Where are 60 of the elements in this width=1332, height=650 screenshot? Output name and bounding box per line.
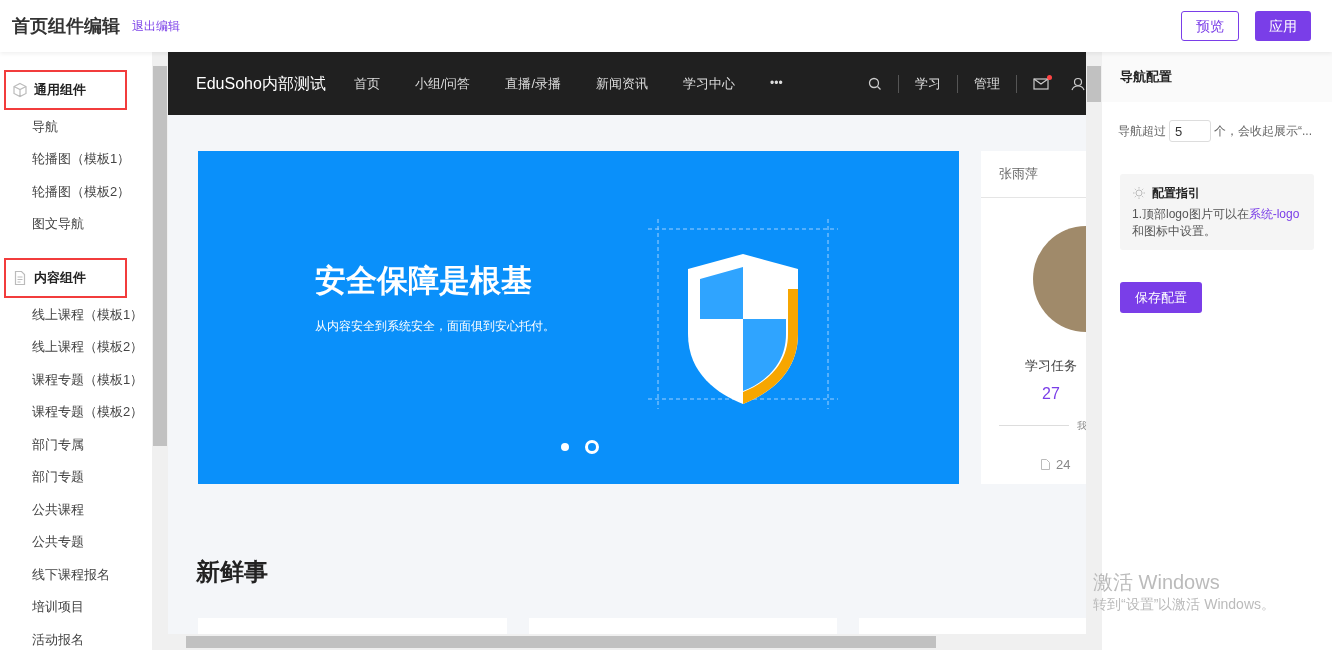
guide-title: 配置指引 xyxy=(1152,185,1200,202)
stat-label: 学习任务 xyxy=(1025,357,1077,375)
nav-link[interactable]: 直播/录播 xyxy=(505,73,562,94)
search-icon[interactable] xyxy=(867,76,882,91)
shield-icon xyxy=(648,219,838,409)
setting-label: 导航超过 xyxy=(1118,123,1166,140)
nav-link[interactable]: 学习中心 xyxy=(683,73,736,94)
scrollbar-thumb[interactable] xyxy=(186,636,936,648)
nav-link[interactable]: 管理 xyxy=(973,73,1000,94)
component-item[interactable]: 活动报名 xyxy=(0,623,152,650)
cube-icon xyxy=(12,82,28,98)
component-item[interactable]: 轮播图（模板1） xyxy=(0,142,152,175)
save-button[interactable]: 保存配置 xyxy=(1120,282,1202,313)
component-item[interactable]: 培训项目 xyxy=(0,590,152,623)
vertical-scrollbar[interactable] xyxy=(152,52,168,650)
component-item[interactable]: 线上课程（模板2） xyxy=(0,330,152,363)
component-item[interactable]: 图文导航 xyxy=(0,207,152,240)
stat-value: 27 xyxy=(1042,383,1060,404)
component-item[interactable]: 线上课程（模板1） xyxy=(0,298,152,331)
document-icon xyxy=(12,270,28,286)
preview-button[interactable]: 预览 xyxy=(1181,11,1239,41)
component-item[interactable]: 线下课程报名 xyxy=(0,558,152,591)
activation-title: 激活 Windows xyxy=(1093,570,1221,594)
group-title: 通用组件 xyxy=(34,81,86,100)
nav-link[interactable]: 首页 xyxy=(353,73,380,94)
mail-icon[interactable] xyxy=(1032,77,1049,90)
page-title: 首页组件编辑 xyxy=(12,14,120,38)
divider-label: 我 xyxy=(1077,418,1086,433)
document-icon xyxy=(1041,458,1050,470)
component-item[interactable]: 课程专题（模板2） xyxy=(0,395,152,428)
component-item[interactable]: 公共专题 xyxy=(0,525,152,558)
panel-title: 导航配置 xyxy=(1120,68,1172,87)
more-link[interactable]: ••• xyxy=(770,73,783,94)
activation-text: 转到“设置”以激活 Windows。 xyxy=(1093,595,1275,614)
nav-link[interactable]: 新闻资讯 xyxy=(596,73,649,94)
component-item[interactable]: 部门专题 xyxy=(0,460,152,493)
exit-edit-link[interactable]: 退出编辑 xyxy=(132,17,180,35)
scrollbar-thumb[interactable] xyxy=(153,66,167,446)
component-item[interactable]: 轮播图（模板2） xyxy=(0,175,152,208)
lightbulb-icon xyxy=(1132,186,1146,200)
user-name: 张雨萍 xyxy=(999,165,1038,184)
component-item[interactable]: 部门专属 xyxy=(0,428,152,461)
component-item[interactable]: 导航 xyxy=(0,110,152,143)
component-item[interactable]: 课程专题（模板1） xyxy=(0,363,152,396)
nav-link[interactable]: 学习 xyxy=(914,73,941,94)
setting-label: 个，会收起展示“... xyxy=(1214,123,1312,140)
scrollbar-thumb[interactable] xyxy=(1087,66,1101,102)
nav-link[interactable]: 小组/问答 xyxy=(414,73,471,94)
task-count: 24 xyxy=(1056,455,1071,474)
input-field[interactable]: 5 xyxy=(1169,120,1211,142)
group-title: 内容组件 xyxy=(34,269,86,288)
settings-link[interactable]: 系统-logo xyxy=(1248,207,1300,221)
section-title: 新鲜事 xyxy=(196,558,268,585)
user-icon[interactable] xyxy=(1070,76,1085,91)
banner-title: 安全保障是根基 xyxy=(315,262,533,300)
banner-subtitle: 从内容安全到系统安全，面面俱到安心托付。 xyxy=(315,317,555,335)
apply-button[interactable]: 应用 xyxy=(1255,11,1311,41)
component-item[interactable]: 公共课程 xyxy=(0,493,152,526)
site-brand[interactable]: EduSoho内部测试 xyxy=(196,71,326,96)
guide-text: 1.顶部logo图片可以在系统-logo 和图标中设置。 xyxy=(1132,206,1301,240)
